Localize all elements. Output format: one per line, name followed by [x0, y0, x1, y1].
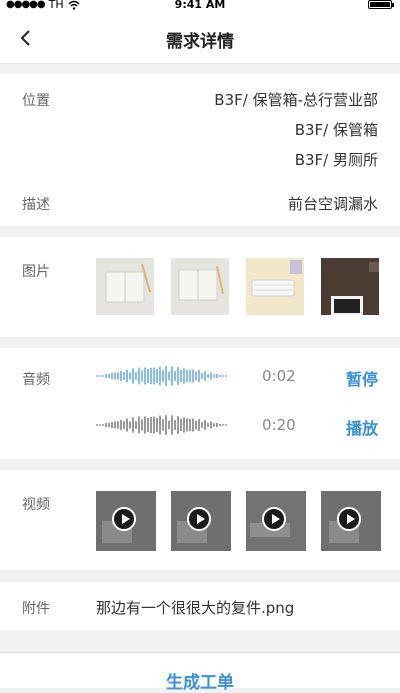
details-section: 位置 B3F/ 保管箱-总行营业部 B3F/ 保管箱 B3F/ 男厕所 描述 前… — [0, 74, 400, 226]
keyboard-image — [246, 258, 304, 315]
video-label: 视频 — [22, 497, 50, 513]
play-icon[interactable] — [262, 507, 286, 531]
description-value: 前台空调漏水 — [287, 195, 378, 213]
waveform-icon — [96, 366, 227, 386]
status-time: 9:41 AM — [174, 0, 226, 11]
play-icon[interactable] — [112, 507, 136, 531]
image-thumbnail[interactable] — [321, 258, 379, 315]
image-thumbnail[interactable] — [96, 258, 154, 315]
audio-duration: 0:02 — [262, 367, 296, 385]
description-label: 描述 — [22, 197, 50, 213]
location-label: 位置 — [22, 93, 50, 109]
notebook-image — [171, 258, 229, 315]
battery-icon — [368, 0, 394, 9]
attachment-section: 附件 那边有一个很很大的复件.png — [0, 582, 400, 630]
video-thumbnail[interactable] — [171, 491, 231, 551]
bottom-bar: 生成工单 — [0, 652, 400, 693]
image-thumbnail[interactable] — [246, 258, 304, 315]
audio-label: 音频 — [22, 372, 50, 388]
images-section: 图片 — [0, 237, 400, 337]
laptop-image — [321, 258, 379, 315]
audio-duration: 0:20 — [262, 416, 296, 434]
video-thumbnail[interactable] — [246, 491, 306, 551]
page-title: 需求详情 — [166, 32, 234, 52]
images-label: 图片 — [22, 264, 50, 280]
status-bar: ●●●●● TH 9:41 AM — [0, 0, 400, 12]
notebook-image — [96, 258, 154, 315]
video-thumbnail[interactable] — [96, 491, 156, 551]
location-value: B3F/ 男厕所 — [294, 151, 378, 169]
waveform-icon — [96, 415, 227, 435]
play-icon[interactable] — [337, 507, 361, 531]
attachment-file-link[interactable]: 那边有一个很很大的复件.png — [96, 597, 294, 618]
generate-order-button[interactable]: 生成工单 — [0, 668, 400, 693]
play-icon[interactable] — [187, 507, 211, 531]
location-value: B3F/ 保管箱-总行营业部 — [214, 91, 378, 109]
video-thumbnail[interactable] — [321, 491, 381, 551]
play-button[interactable]: 播放 — [346, 415, 378, 439]
image-thumbnail[interactable] — [171, 258, 229, 315]
video-section: 视频 — [0, 470, 400, 570]
location-value: B3F/ 保管箱 — [294, 121, 378, 139]
pause-button[interactable]: 暂停 — [346, 366, 378, 390]
nav-bar: 需求详情 — [0, 12, 400, 64]
audio-section: 音频 0:02 暂停 0:20 播放 — [0, 348, 400, 459]
attachment-label: 附件 — [22, 601, 50, 617]
